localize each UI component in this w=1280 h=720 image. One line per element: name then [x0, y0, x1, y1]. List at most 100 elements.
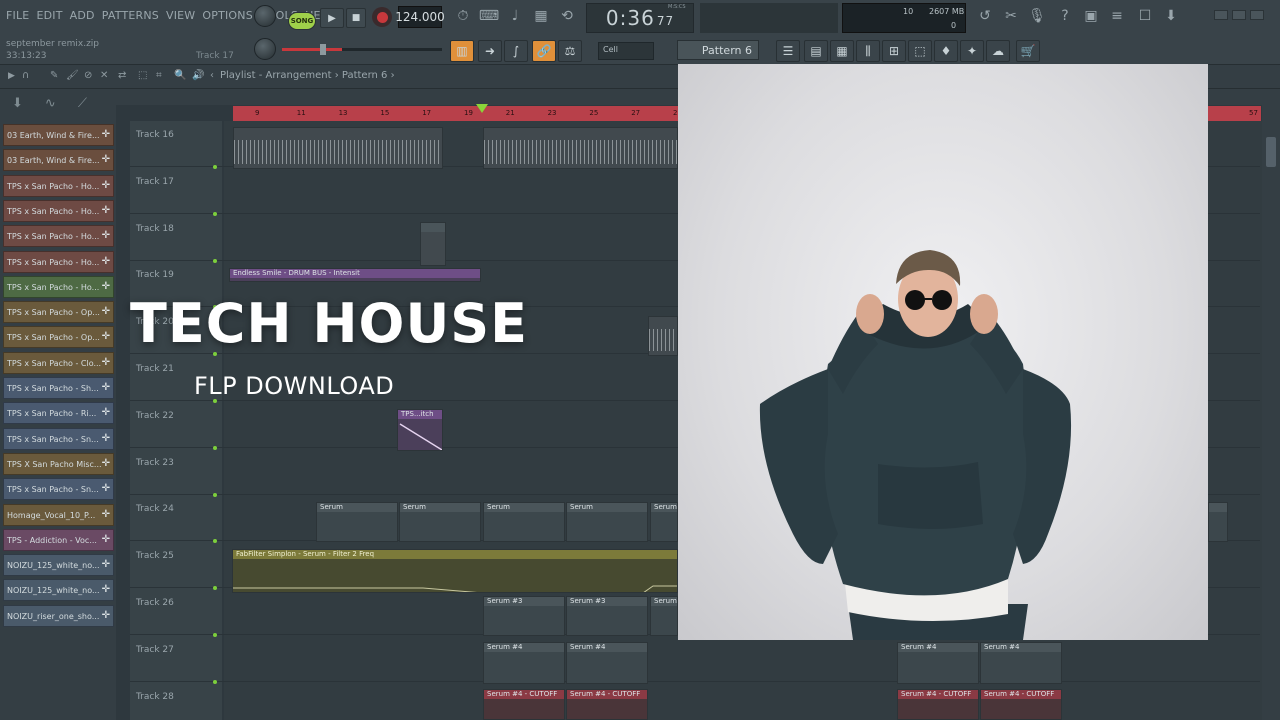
countdown-icon[interactable]: ♩ — [504, 5, 526, 27]
browser-item[interactable]: TPS x San Pacho - Ho... ✛ — [3, 250, 114, 273]
slide-icon[interactable]: ∫ — [504, 40, 528, 62]
record-button[interactable] — [372, 7, 392, 27]
cart-icon[interactable]: 🛒 — [1016, 40, 1040, 62]
drag-handle-icon[interactable]: ✛ — [102, 357, 110, 368]
step-edit-icon[interactable]: ▦ — [530, 5, 552, 27]
menu-view[interactable]: VIEW — [166, 9, 195, 22]
track-name[interactable]: Track 27 — [136, 645, 174, 655]
audio-clip-track20[interactable] — [648, 316, 678, 356]
slip-icon[interactable]: ⇄ — [118, 70, 126, 81]
pattern-clip-serum-4[interactable]: Serum — [566, 502, 648, 542]
magnet-icon[interactable]: ∩ — [22, 70, 29, 81]
pattern-clip-serum-2[interactable]: Serum — [399, 502, 481, 542]
browser-item[interactable]: TPS x San Pacho - Sh... ✛ — [3, 377, 114, 399]
channel-rack-icon[interactable]: ▤ — [804, 40, 828, 62]
select-icon[interactable]: ⬚ — [138, 70, 147, 81]
drag-handle-icon[interactable]: ✛ — [102, 256, 110, 267]
loop-record-icon[interactable]: ⟲ — [556, 5, 578, 27]
browser-item[interactable]: 03 Earth, Wind & Fire... ✛ — [3, 124, 114, 146]
browser-item[interactable]: NOIZU_riser_one_sho... ✛ — [3, 604, 114, 627]
browser-icon[interactable]: ⊞ — [882, 40, 906, 62]
wait-input-icon[interactable]: ⌨ — [478, 5, 500, 27]
browser-item[interactable]: TPS x San Pacho - Ho... ✛ — [3, 174, 114, 197]
arrow-icon[interactable]: ➜ — [478, 40, 502, 62]
drag-handle-icon[interactable]: ✛ — [102, 180, 110, 191]
play-button[interactable]: ▶ — [320, 8, 344, 28]
track-name[interactable]: Track 19 — [136, 270, 174, 280]
pattern-clip-serum4-2[interactable]: Serum #4 — [566, 642, 648, 684]
browser-item[interactable]: TPS x San Pacho - Ho... ✛ — [3, 275, 114, 298]
cloud-icon[interactable]: ☁ — [986, 40, 1010, 62]
browser-item[interactable]: Homage_Vocal_10_P... ✛ — [3, 503, 114, 526]
piano-roll-icon[interactable]: ▥ — [450, 40, 474, 62]
pattern-clip-serum-6[interactable] — [1208, 502, 1228, 542]
mixer-icon[interactable]: ≡ — [1106, 5, 1128, 27]
track-name[interactable]: Track 18 — [136, 224, 174, 234]
pattern-clip-serum-1[interactable]: Serum — [316, 502, 398, 542]
browser-item[interactable]: TPS x San Pacho - Ho... ✛ — [3, 225, 114, 248]
automation-clip-endless-smile[interactable]: Endless Smile - DRUM BUS - Intensit — [229, 268, 481, 282]
drag-handle-icon[interactable]: ✛ — [102, 534, 110, 545]
menu-edit[interactable]: EDIT — [36, 9, 62, 22]
drag-handle-icon[interactable]: ✛ — [102, 306, 110, 317]
drag-handle-icon[interactable]: ✛ — [102, 331, 110, 342]
pattern-clip-serum3-3[interactable]: Serum #3 — [650, 596, 678, 636]
automation-clip-cutoff-3[interactable]: Serum #4 - CUTOFF — [897, 689, 979, 720]
delete-icon[interactable]: ⊘ — [84, 70, 92, 81]
playlist-icon[interactable]: ☰ — [776, 40, 800, 62]
drag-handle-icon[interactable]: ✛ — [102, 559, 110, 570]
menu-options[interactable]: OPTIONS — [202, 9, 253, 22]
menu-file[interactable]: FILE — [6, 9, 29, 22]
tempo-display[interactable]: 124.000 — [395, 6, 445, 28]
automation-clip-cutoff-4[interactable]: Serum #4 - CUTOFF — [980, 689, 1062, 720]
download-icon[interactable]: ⬇ — [1160, 5, 1182, 27]
browser-item[interactable]: TPS x San Pacho - Op... ✛ — [3, 301, 114, 324]
track-name[interactable]: Track 26 — [136, 598, 174, 608]
project-icon[interactable]: ♦ — [934, 40, 958, 62]
drag-handle-icon[interactable]: ✛ — [102, 483, 110, 494]
tempo-tap-icon[interactable]: ✦ — [960, 40, 984, 62]
pattern-clip-serum3-2[interactable]: Serum #3 — [566, 596, 648, 636]
automation-clip-cutoff-2[interactable]: Serum #4 - CUTOFF — [566, 689, 648, 720]
undo-icon[interactable]: ↺ — [974, 5, 996, 27]
browser-plugin-icon[interactable]: ⟋ — [78, 96, 87, 120]
close-button[interactable] — [1250, 10, 1264, 20]
zoom-icon[interactable]: 🔍 — [174, 70, 186, 81]
playhead-marker[interactable] — [476, 104, 488, 113]
browser-item[interactable]: TPS x San Pacho - Ri... ✛ — [3, 402, 114, 425]
pattern-clip-serum-5[interactable]: Serum — [650, 502, 678, 542]
drag-handle-icon[interactable]: ✛ — [102, 509, 110, 520]
main-slider[interactable] — [282, 44, 442, 55]
track-name[interactable]: Track 16 — [136, 130, 174, 140]
pattern-clip-serum4-4[interactable]: Serum #4 — [980, 642, 1062, 684]
save-icon[interactable]: ▣ — [1080, 5, 1102, 27]
menu-add[interactable]: ADD — [70, 9, 95, 22]
audio-clip-track16a[interactable] — [233, 127, 443, 169]
automation-clip-tps-pitch[interactable]: TPS...itch — [397, 409, 443, 451]
maximize-button[interactable] — [1232, 10, 1246, 20]
track-name[interactable]: Track 25 — [136, 551, 174, 561]
plugin-icon[interactable]: ⬚ — [908, 40, 932, 62]
browser-item[interactable]: NOIZU_125_white_no... ✛ — [3, 579, 114, 602]
browser-item[interactable]: TPS x San Pacho - Op... ✛ — [3, 326, 114, 349]
link-icon[interactable]: 🔗 — [532, 40, 556, 62]
audio-clip-track16b[interactable] — [483, 127, 678, 169]
chat-icon[interactable]: ☐ — [1134, 5, 1156, 27]
browser-folder-icon[interactable]: ⬇ — [12, 96, 23, 120]
browser-item[interactable]: NOIZU_125_white_no... ✛ — [3, 554, 114, 577]
track-name[interactable]: Track 21 — [136, 364, 174, 374]
stamp-icon[interactable]: ⚖ — [558, 40, 582, 62]
slice-icon[interactable]: ⌗ — [156, 70, 162, 81]
pattern-selector[interactable]: Pattern 6 — [677, 40, 759, 60]
master-volume-knob[interactable] — [254, 5, 276, 27]
help-icon[interactable]: ? — [1054, 5, 1076, 27]
mic-icon[interactable]: 🎙 — [1026, 5, 1048, 27]
drag-handle-icon[interactable]: ✛ — [102, 407, 110, 418]
browser-item[interactable]: TPS x San Pacho - Ho... ✛ — [3, 199, 114, 222]
automation-clip-fabfilter[interactable]: FabFilter Simplon - Serum - Filter 2 Fre… — [232, 549, 678, 593]
automation-clip-cutoff-1[interactable]: Serum #4 - CUTOFF — [483, 689, 565, 720]
drag-handle-icon[interactable]: ✛ — [102, 433, 110, 444]
audio-clip-track18[interactable] — [420, 222, 446, 266]
pencil-icon[interactable]: ✎ — [50, 70, 58, 81]
track-name[interactable]: Track 22 — [136, 411, 174, 421]
